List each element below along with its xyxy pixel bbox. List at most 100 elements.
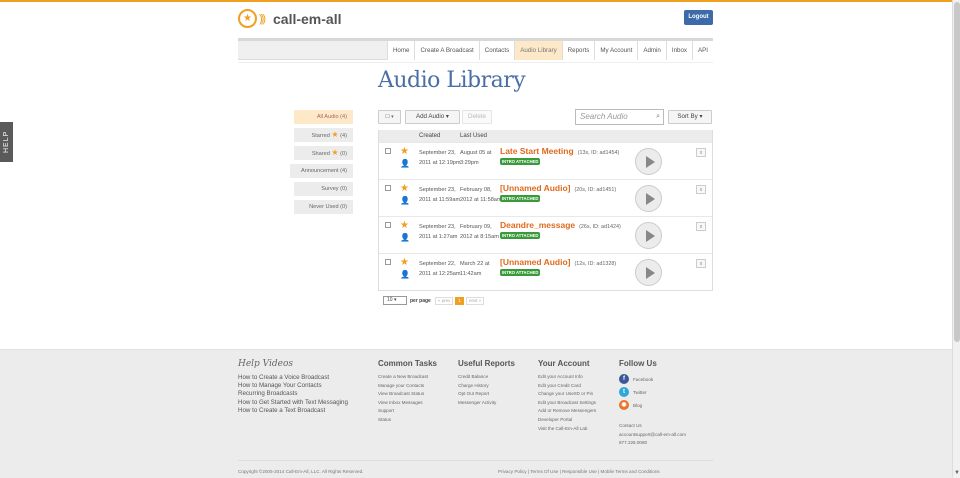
nav-create-broadcast[interactable]: Create A Broadcast [414,41,479,60]
search-input[interactable]: Search Audio ⌕ [575,109,664,125]
add-audio-button[interactable]: Add Audio ▾ [405,110,460,124]
play-icon[interactable] [635,185,662,212]
filter-announcement[interactable]: Announcement (4) [290,164,353,178]
page-scrollbar[interactable]: ▼ [952,0,960,478]
search-placeholder: Search Audio [580,112,628,121]
audio-filter-sidebar: All Audio (4) Starred ★ (4) Shared ★ (0)… [290,110,353,218]
col-last-used[interactable]: Last Used [460,130,487,142]
row-audio-name[interactable]: [Unnamed Audio] (12s, ID: ad1328) [500,257,616,267]
footer-common-tasks: Common Tasks Create a New Broadcast Mana… [378,359,437,425]
filter-all-audio[interactable]: All Audio (4) [294,110,353,124]
share-person-icon[interactable]: 👤 [400,233,410,242]
play-icon[interactable] [635,222,662,249]
nav-contacts[interactable]: Contacts [478,41,515,60]
search-icon[interactable]: ⌕ [656,110,660,124]
per-page-select[interactable]: 10 ▾ [383,296,407,305]
audio-name[interactable]: Late Start Meeting [500,146,574,156]
share-person-icon[interactable]: 👤 [400,159,410,168]
footer-link[interactable]: Status [378,416,437,425]
play-icon[interactable] [635,259,662,286]
nav-home[interactable]: Home [386,41,415,60]
footer-link[interactable]: Edit your Credit Card [538,382,596,391]
remove-x-button[interactable]: x [696,148,706,157]
current-page[interactable]: 1 [455,296,464,305]
prev-page-button[interactable]: « prev [434,296,454,305]
share-person-icon[interactable]: 👤 [400,196,410,205]
filter-never-used[interactable]: Never Used (0) [294,200,353,214]
footer-link[interactable]: Developer Portal [538,416,596,425]
logo[interactable]: ★ ))) call-em-all [238,9,341,28]
nav-reports[interactable]: Reports [561,41,595,60]
row-checkbox[interactable] [385,259,391,265]
remove-x-button[interactable]: x [696,222,706,231]
footer-link[interactable]: Recurring Broadcasts [238,390,348,398]
nav-admin[interactable]: Admin [637,41,666,60]
footer-link[interactable]: Charge History [458,382,515,391]
legal-links[interactable]: Privacy Policy | Terms Of Use | Responsi… [498,469,660,474]
filter-starred[interactable]: Starred ★ (4) [294,128,353,142]
footer-link[interactable]: Credit Balance [458,373,515,382]
remove-x-button[interactable]: x [696,185,706,194]
row-checkbox[interactable] [385,222,391,228]
star-icon[interactable]: ★ [400,220,409,231]
play-icon[interactable] [635,148,662,175]
select-all-dropdown[interactable]: ☐ ▾ [378,110,401,124]
row-checkbox[interactable] [385,185,391,191]
delete-button[interactable]: Delete [462,110,492,124]
footer-link[interactable]: Messenger Activity [458,399,515,408]
row-checkbox[interactable] [385,148,391,154]
footer-link[interactable]: How to Manage Your Contacts [238,382,348,390]
footer-link[interactable]: Support [378,407,437,416]
audio-name[interactable]: Deandre_message [500,220,575,230]
star-icon[interactable]: ★ [400,146,409,157]
footer-link[interactable]: How to Create a Text Broadcast [238,407,348,415]
footer-heading: Useful Reports [458,359,515,368]
footer-follow-us: Follow Us f Facebook t Twitter ◉ Blog Conta… [619,359,686,448]
audio-name[interactable]: [Unnamed Audio] [500,257,571,267]
footer-link[interactable]: Opt Out Report [458,390,515,399]
next-page-button[interactable]: next » [465,296,485,305]
table-row: ★ 👤 September 23, 2011 at 1:27am Februar… [379,216,712,253]
nav-api[interactable]: API [692,41,713,60]
nav-inbox[interactable]: Inbox [665,41,693,60]
logout-button[interactable]: Logout [684,10,713,25]
twitter-link[interactable]: t Twitter [619,386,686,398]
scrollbar-thumb[interactable] [954,2,960,342]
facebook-link[interactable]: f Facebook [619,373,686,385]
star-icon[interactable]: ★ [400,183,409,194]
sort-by-button[interactable]: Sort By ▾ [668,110,712,124]
col-created[interactable]: Created [419,130,440,142]
footer-link[interactable]: Edit your Account Info [538,373,596,382]
star-icon[interactable]: ★ [400,257,409,268]
footer-link[interactable]: View Inbox Messages [378,399,437,408]
footer-link[interactable]: Manage your Contacts [378,382,437,391]
blog-link[interactable]: ◉ Blog [619,399,686,411]
footer-link[interactable]: Edit your Broadcast Settings [538,399,596,408]
scroll-down-arrow-icon[interactable]: ▼ [953,470,960,476]
row-last-used: August 05 at 3:29pm [460,150,492,166]
footer-link[interactable]: How to Create a Voice Broadcast [238,374,348,382]
support-email-link[interactable]: accountsupport@call-em-all.com [619,431,686,440]
nav-audio-library[interactable]: Audio Library [514,41,562,60]
filter-survey[interactable]: Survey (0) [294,182,353,196]
share-person-icon[interactable]: 👤 [400,270,410,279]
footer-link[interactable]: Create a New Broadcast [378,373,437,382]
audio-name[interactable]: [Unnamed Audio] [500,183,571,193]
remove-x-button[interactable]: x [696,259,706,268]
footer-link[interactable]: Change your UserID or Pin [538,390,596,399]
table-row: ★ 👤 September 22, 2011 at 12:25am March … [379,253,712,290]
help-tab[interactable]: HELP [0,122,13,162]
footer-link[interactable]: View Broadcast Status [378,390,437,399]
footer-link[interactable]: How to Get Started with Text Messaging [238,399,348,407]
row-audio-name[interactable]: Late Start Meeting (13s, ID: ad1454) [500,146,619,156]
footer-link[interactable]: Add or Remove Messengers [538,407,596,416]
sort-by-label: Sort By [677,113,698,120]
nav-my-account[interactable]: My Account [594,41,638,60]
filter-shared[interactable]: Shared ★ (0) [294,146,353,160]
footer-link[interactable]: Visit the Call-Em-All Lab [538,425,596,434]
footer-heading: Help Videos [238,359,294,369]
row-audio-name[interactable]: Deandre_message (26s, ID: ad1424) [500,220,621,230]
row-audio-name[interactable]: [Unnamed Audio] (20s, ID: ad1451) [500,183,616,193]
intro-attached-badge: INTRO ATTACHED [500,269,541,276]
footer-divider [238,460,713,461]
